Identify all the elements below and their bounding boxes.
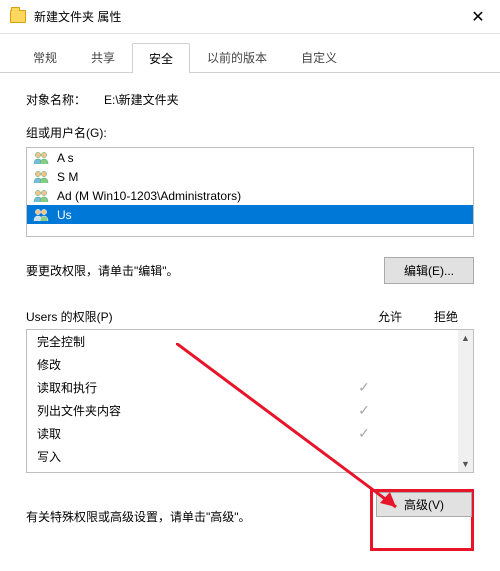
window-title: 新建文件夹 属性 [34,8,456,25]
allow-column-header: 允许 [362,308,418,325]
deny-column-header: 拒绝 [418,308,474,325]
permission-name: 列出文件夹内容 [37,402,336,419]
user-list-item[interactable]: A s [27,148,473,167]
user-item-label: A s [57,151,74,165]
permission-allow-mark: ✓ [336,379,392,396]
object-name-row: 对象名称： E:\新建文件夹 [26,91,474,108]
tab-previous-versions[interactable]: 以前的版本 [190,42,284,72]
scroll-down-icon[interactable]: ▼ [458,456,473,472]
users-group-icon [33,151,51,165]
advanced-hint-row: 有关特殊权限或高级设置，请单击"高级"。 高级(V) [26,489,474,543]
scroll-up-icon[interactable]: ▲ [458,330,473,346]
user-item-label: Ad (M Win10-1203\Administrators) [57,189,241,203]
group-users-label: 组或用户名(G): [26,124,474,141]
advanced-button-highlight: 高级(V) [370,489,474,543]
permission-row: 列出文件夹内容✓ [27,399,458,422]
close-button[interactable]: ✕ [456,0,500,34]
user-item-label: S M [57,170,78,184]
edit-button[interactable]: 编辑(E)... [384,257,474,284]
advanced-hint-text: 有关特殊权限或高级设置，请单击"高级"。 [26,508,370,525]
title-bar: 新建文件夹 属性 ✕ [0,0,500,34]
edit-hint-text: 要更改权限，请单击"编辑"。 [26,262,384,279]
permissions-header: Users 的权限(P) 允许 拒绝 [26,308,474,325]
permissions-scrollbar[interactable]: ▲ ▼ [458,330,473,472]
user-item-label: Us [57,208,72,222]
security-panel: 对象名称： E:\新建文件夹 组或用户名(G): A s S M Ad (M Win… [0,73,500,553]
permissions-header-label: Users 的权限(P) [26,308,362,325]
permissions-listbox: 完全控制修改读取和执行✓列出文件夹内容✓读取✓写入 ▲ ▼ [26,329,474,473]
users-group-icon [33,170,51,184]
permission-name: 读取 [37,425,336,442]
permission-row: 读取和执行✓ [27,376,458,399]
tab-sharing[interactable]: 共享 [74,42,132,72]
permission-allow-mark: ✓ [336,402,392,419]
permission-allow-mark: ✓ [336,425,392,442]
object-name-value: E:\新建文件夹 [104,91,179,108]
permission-row: 修改 [27,353,458,376]
object-name-label: 对象名称： [26,91,104,108]
permission-name: 写入 [37,448,336,465]
advanced-button[interactable]: 高级(V) [376,492,472,517]
tab-general[interactable]: 常规 [16,42,74,72]
tab-custom[interactable]: 自定义 [284,42,354,72]
permission-name: 修改 [37,356,336,373]
user-list-item[interactable]: Us [27,205,473,224]
folder-icon [10,10,26,23]
permission-name: 完全控制 [37,333,336,350]
permission-row: 完全控制 [27,330,458,353]
permission-row: 写入 [27,445,458,468]
tab-bar: 常规 共享 安全 以前的版本 自定义 [0,34,500,73]
edit-hint-row: 要更改权限，请单击"编辑"。 编辑(E)... [26,257,474,284]
users-group-icon [33,208,51,222]
permission-row: 读取✓ [27,422,458,445]
users-listbox[interactable]: A s S M Ad (M Win10-1203\Administrators) Us [26,147,474,237]
tab-security[interactable]: 安全 [132,43,190,73]
users-group-icon [33,189,51,203]
permission-name: 读取和执行 [37,379,336,396]
user-list-item[interactable]: Ad (M Win10-1203\Administrators) [27,186,473,205]
user-list-item[interactable]: S M [27,167,473,186]
